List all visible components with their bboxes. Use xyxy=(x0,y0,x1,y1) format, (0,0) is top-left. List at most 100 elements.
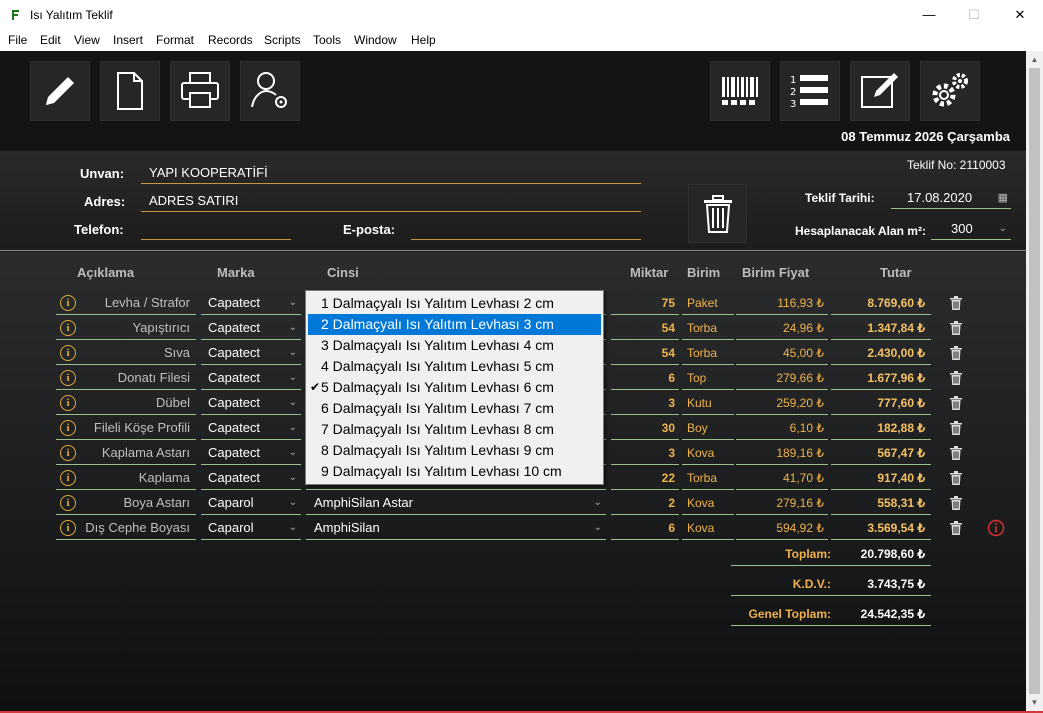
marka-select[interactable]: Caparol ⌄ xyxy=(201,491,301,515)
info-icon[interactable]: i xyxy=(60,345,76,361)
delete-row-icon[interactable] xyxy=(950,321,962,335)
row-description[interactable]: i Boya Astarı xyxy=(56,491,196,515)
telefon-field[interactable] xyxy=(141,218,291,240)
alan-field[interactable]: 300 ⌄ xyxy=(931,218,1011,240)
teklif-tarihi-field[interactable]: 17.08.2020 ▦ xyxy=(891,187,1011,209)
miktar-field[interactable]: 30 xyxy=(611,416,679,440)
dropdown-option[interactable]: 9 Dalmaçyalı Isı Yalıtım Levhası 10 cm xyxy=(308,461,601,482)
menu-scripts[interactable]: Scripts xyxy=(264,33,301,47)
warning-icon[interactable] xyxy=(987,519,1005,537)
dropdown-option[interactable]: 4 Dalmaçyalı Isı Yalıtım Levhası 5 cm xyxy=(308,356,601,377)
info-icon[interactable]: i xyxy=(60,370,76,386)
new-document-icon[interactable] xyxy=(100,61,160,121)
dropdown-option[interactable]: 3 Dalmaçyalı Isı Yalıtım Levhası 4 cm xyxy=(308,335,601,356)
menu-window[interactable]: Window xyxy=(354,33,397,47)
info-icon[interactable]: i xyxy=(60,495,76,511)
miktar-field[interactable]: 22 xyxy=(611,466,679,490)
info-icon[interactable]: i xyxy=(60,320,76,336)
description-text: Fileli Köşe Profili xyxy=(93,420,190,435)
trash-icon[interactable] xyxy=(688,184,747,243)
user-settings-icon[interactable] xyxy=(240,61,300,121)
marka-select[interactable]: Capatect ⌄ xyxy=(201,341,301,365)
unvan-field[interactable]: YAPI KOOPERATİFİ xyxy=(141,162,641,184)
row-description[interactable]: i Donatı Filesi xyxy=(56,366,196,390)
miktar-field[interactable]: 75 xyxy=(611,291,679,315)
delete-row-icon[interactable] xyxy=(950,296,962,310)
delete-row-icon[interactable] xyxy=(950,421,962,435)
info-icon[interactable]: i xyxy=(60,470,76,486)
row-description[interactable]: i Kaplama Astarı xyxy=(56,441,196,465)
chevron-down-icon: ⌄ xyxy=(593,522,602,533)
numbered-list-icon[interactable]: 123 xyxy=(780,61,840,121)
pencil-icon[interactable] xyxy=(30,61,90,121)
dropdown-option[interactable]: 8 Dalmaçyalı Isı Yalıtım Levhası 9 cm xyxy=(308,440,601,461)
marka-select[interactable]: Capatect ⌄ xyxy=(201,366,301,390)
row-description[interactable]: i Yapıştırıcı xyxy=(56,316,196,340)
marka-select[interactable]: Caparol ⌄ xyxy=(201,516,301,540)
edit-note-icon[interactable] xyxy=(850,61,910,121)
option-label: 3 Dalmaçyalı Isı Yalıtım Levhası 4 cm xyxy=(321,337,554,353)
cinsi-dropdown[interactable]: 1 Dalmaçyalı Isı Yalıtım Levhası 2 cm 2 D… xyxy=(305,290,604,485)
info-icon[interactable]: i xyxy=(60,420,76,436)
menu-edit[interactable]: Edit xyxy=(40,33,61,47)
marka-select[interactable]: Capatect ⌄ xyxy=(201,466,301,490)
dropdown-option[interactable]: 2 Dalmaçyalı Isı Yalıtım Levhası 3 cm xyxy=(308,314,601,335)
scroll-up-icon[interactable]: ▲ xyxy=(1026,51,1043,68)
miktar-field[interactable]: 2 xyxy=(611,491,679,515)
menu-format[interactable]: Format xyxy=(156,33,194,47)
row-description[interactable]: i Sıva xyxy=(56,341,196,365)
dropdown-option[interactable]: 6 Dalmaçyalı Isı Yalıtım Levhası 7 cm xyxy=(308,398,601,419)
row-description[interactable]: i Dış Cephe Boyası xyxy=(56,516,196,540)
dropdown-option[interactable]: ✔ 5 Dalmaçyalı Isı Yalıtım Levhası 6 cm xyxy=(308,377,601,398)
dropdown-option[interactable]: 7 Dalmaçyalı Isı Yalıtım Levhası 8 cm xyxy=(308,419,601,440)
birim-value: Kova xyxy=(682,516,734,540)
miktar-field[interactable]: 54 xyxy=(611,316,679,340)
info-icon[interactable]: i xyxy=(60,295,76,311)
marka-select[interactable]: Capatect ⌄ xyxy=(201,416,301,440)
marka-select[interactable]: Capatect ⌄ xyxy=(201,441,301,465)
delete-row-icon[interactable] xyxy=(950,471,962,485)
barcode-icon[interactable] xyxy=(710,61,770,121)
marka-select[interactable]: Capatect ⌄ xyxy=(201,316,301,340)
settings-gear-icon[interactable] xyxy=(920,61,980,121)
eposta-field[interactable] xyxy=(411,218,641,240)
vertical-scrollbar[interactable]: ▲ ▼ xyxy=(1026,51,1043,711)
dropdown-option[interactable]: 1 Dalmaçyalı Isı Yalıtım Levhası 2 cm xyxy=(308,293,601,314)
miktar-field[interactable]: 6 xyxy=(611,366,679,390)
close-button[interactable]: ✕ xyxy=(997,0,1043,30)
miktar-field[interactable]: 54 xyxy=(611,341,679,365)
info-icon[interactable]: i xyxy=(60,395,76,411)
calendar-icon[interactable]: ▦ xyxy=(998,187,1008,209)
menu-insert[interactable]: Insert xyxy=(113,33,143,47)
delete-row-icon[interactable] xyxy=(950,496,962,510)
info-icon[interactable]: i xyxy=(60,520,76,536)
minimize-button[interactable]: — xyxy=(906,0,952,30)
menu-help[interactable]: Help xyxy=(411,33,436,47)
miktar-field[interactable]: 3 xyxy=(611,441,679,465)
delete-row-icon[interactable] xyxy=(950,521,962,535)
row-description[interactable]: i Kaplama xyxy=(56,466,196,490)
row-description[interactable]: i Dübel xyxy=(56,391,196,415)
info-icon[interactable]: i xyxy=(60,445,76,461)
menu-records[interactable]: Records xyxy=(208,33,253,47)
menu-view[interactable]: View xyxy=(74,33,100,47)
miktar-field[interactable]: 6 xyxy=(611,516,679,540)
cinsi-select[interactable]: AmphiSilan ⌄ xyxy=(306,516,606,540)
row-description[interactable]: i Fileli Köşe Profili xyxy=(56,416,196,440)
marka-select[interactable]: Capatect ⌄ xyxy=(201,391,301,415)
delete-row-icon[interactable] xyxy=(950,371,962,385)
scroll-thumb[interactable] xyxy=(1029,68,1040,694)
delete-row-icon[interactable] xyxy=(950,346,962,360)
adres-field[interactable]: ADRES SATIRI xyxy=(141,190,641,212)
miktar-field[interactable]: 3 xyxy=(611,391,679,415)
row-description[interactable]: i Levha / Strafor xyxy=(56,291,196,315)
scroll-down-icon[interactable]: ▼ xyxy=(1026,694,1043,711)
cinsi-select[interactable]: AmphiSilan Astar ⌄ xyxy=(306,491,606,515)
delete-row-icon[interactable] xyxy=(950,396,962,410)
marka-select[interactable]: Capatect ⌄ xyxy=(201,291,301,315)
menu-tools[interactable]: Tools xyxy=(313,33,341,47)
printer-icon[interactable] xyxy=(170,61,230,121)
menu-file[interactable]: File xyxy=(8,33,27,47)
delete-row-icon[interactable] xyxy=(950,446,962,460)
maximize-button[interactable]: ☐ xyxy=(951,0,997,30)
